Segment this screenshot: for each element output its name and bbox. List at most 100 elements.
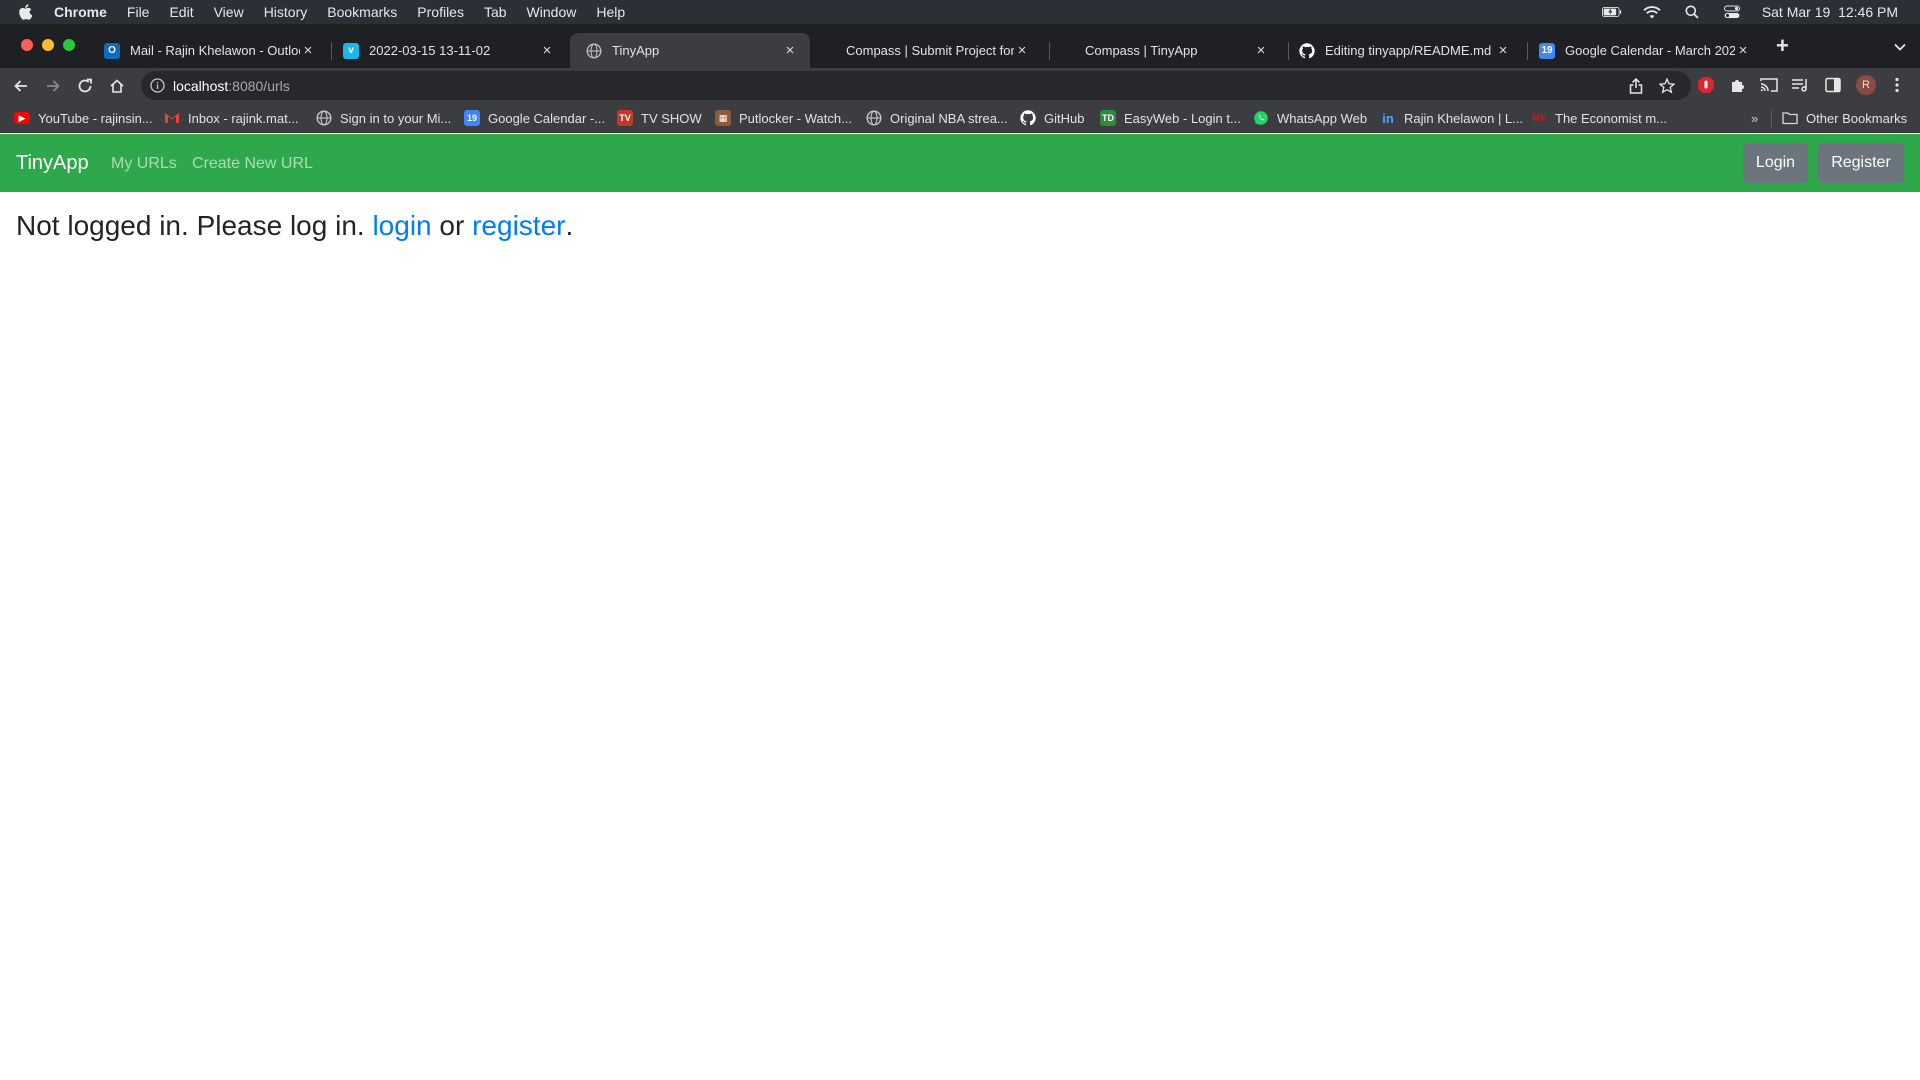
message-suffix: .	[565, 210, 574, 241]
bookmark-label: Sign in to your Mi...	[340, 110, 452, 126]
url-text[interactable]: localhost:8080/urls	[173, 78, 290, 94]
other-bookmarks-folder[interactable]: Other Bookmarks	[1782, 109, 1907, 127]
globe-icon	[866, 110, 882, 126]
bookmark-label: Google Calendar -...	[488, 110, 606, 126]
gmail-icon	[164, 110, 180, 126]
tab-title: Google Calendar - March 2022	[1565, 43, 1735, 58]
bookmark-economist[interactable]: Mk The Economist m...	[1531, 109, 1667, 127]
tab-title: Compass | TinyApp	[1085, 43, 1198, 58]
menu-edit[interactable]: Edit	[169, 4, 193, 20]
site-brand[interactable]: TinyApp	[16, 152, 89, 175]
close-tab-icon[interactable]: ×	[1253, 42, 1269, 59]
battery-icon[interactable]	[1601, 5, 1622, 19]
forward-arrow-icon[interactable]	[43, 76, 63, 96]
tab-title: Editing tinyapp/README.md at	[1325, 43, 1495, 58]
bookmark-label: WhatsApp Web	[1277, 110, 1368, 126]
bookmark-youtube[interactable]: ▶ YouTube - rajinsin...	[14, 109, 153, 127]
close-tab-icon[interactable]: ×	[539, 42, 555, 59]
fullscreen-window-icon[interactable]	[63, 39, 75, 51]
reading-list-icon[interactable]	[1791, 76, 1809, 94]
profile-avatar[interactable]: R	[1856, 75, 1876, 95]
close-tab-icon[interactable]: ×	[1014, 42, 1030, 59]
nav-create-new-url[interactable]: Create New URL	[192, 155, 313, 173]
cast-icon[interactable]	[1760, 76, 1778, 94]
folder-icon	[1782, 110, 1798, 126]
tab-title: Mail - Rajin Khelawon - Outlook	[130, 43, 300, 58]
menu-file[interactable]: File	[127, 4, 150, 20]
menu-history[interactable]: History	[264, 4, 308, 20]
tab-vimeo[interactable]: v 2022-03-15 13-11-02 ×	[327, 33, 567, 68]
kebab-menu-icon[interactable]	[1888, 76, 1906, 94]
bookmark-putlocker[interactable]: ▦ Putlocker - Watch...	[715, 109, 852, 127]
menu-app-name[interactable]: Chrome	[54, 4, 107, 20]
login-link[interactable]: login	[372, 210, 431, 241]
close-tab-icon[interactable]: ×	[782, 42, 798, 59]
home-icon[interactable]	[107, 76, 127, 96]
bookmark-label: EasyWeb - Login t...	[1124, 110, 1241, 126]
new-tab-icon[interactable]: +	[1776, 35, 1789, 57]
bookmark-label: TV SHOW	[641, 110, 702, 126]
outlook-icon: O	[104, 42, 120, 59]
address-bar[interactable]: localhost:8080/urls	[141, 71, 1691, 100]
close-tab-icon[interactable]: ×	[300, 42, 316, 59]
tab-compass-submit[interactable]: Compass | Submit Project for E ×	[830, 33, 1042, 68]
menubar-status-area: Sat Mar 19 12:46 PM	[1601, 0, 1898, 24]
adblock-extension-icon[interactable]	[1697, 76, 1715, 94]
bookmark-gmail[interactable]: Inbox - rajink.mat...	[164, 109, 299, 127]
menu-view[interactable]: View	[214, 4, 244, 20]
td-icon: TD	[1100, 110, 1116, 126]
bookmark-github[interactable]: GitHub	[1020, 109, 1084, 127]
window-controls	[21, 39, 75, 51]
spotlight-search-icon[interactable]	[1682, 5, 1702, 19]
browser-toolbar: localhost:8080/urls R	[0, 68, 1920, 103]
menu-profiles[interactable]: Profiles	[417, 4, 464, 20]
whatsapp-icon	[1253, 110, 1269, 126]
close-tab-icon[interactable]: ×	[1495, 42, 1511, 59]
bookmarks-overflow-chevron-icon[interactable]: »	[1751, 111, 1758, 126]
extensions-puzzle-icon[interactable]	[1729, 76, 1747, 94]
tab-compass-tinyapp[interactable]: Compass | TinyApp ×	[1069, 33, 1281, 68]
calendar-icon: 19	[464, 110, 480, 126]
tab-tinyapp-active[interactable]: TinyApp ×	[570, 33, 810, 68]
apple-icon[interactable]	[18, 3, 34, 21]
bookmark-nba-streams[interactable]: Original NBA strea...	[866, 109, 1008, 127]
bookmark-label: Rajin Khelawon | L...	[1404, 110, 1523, 126]
bookmark-star-icon[interactable]	[1659, 78, 1675, 94]
share-icon[interactable]	[1628, 78, 1644, 94]
control-center-icon[interactable]	[1722, 5, 1742, 19]
login-button[interactable]: Login	[1743, 143, 1808, 183]
tab-google-calendar[interactable]: 19 Google Calendar - March 2022 ×	[1523, 33, 1763, 68]
tab-outlook[interactable]: O Mail - Rajin Khelawon - Outlook ×	[88, 33, 328, 68]
reload-icon[interactable]	[75, 76, 95, 96]
bookmark-linkedin[interactable]: in Rajin Khelawon | L...	[1380, 109, 1523, 127]
nav-my-urls[interactable]: My URLs	[111, 155, 177, 173]
menu-help[interactable]: Help	[596, 4, 625, 20]
bookmark-google-calendar[interactable]: 19 Google Calendar -...	[464, 109, 605, 127]
menu-tab[interactable]: Tab	[484, 4, 507, 20]
minimize-window-icon[interactable]	[42, 39, 54, 51]
tab-search-icon[interactable]	[1894, 38, 1906, 56]
register-button[interactable]: Register	[1818, 143, 1904, 183]
site-info-icon[interactable]	[150, 78, 165, 93]
bookmark-whatsapp[interactable]: WhatsApp Web	[1253, 109, 1367, 127]
tab-title: TinyApp	[612, 43, 660, 58]
tab-title: 2022-03-15 13-11-02	[369, 43, 491, 58]
register-link[interactable]: register	[472, 210, 565, 241]
url-path: :8080/urls	[228, 78, 290, 94]
github-icon	[1020, 110, 1036, 126]
close-window-icon[interactable]	[21, 39, 33, 51]
close-tab-icon[interactable]: ×	[1735, 42, 1751, 59]
bookmark-label: GitHub	[1044, 110, 1085, 126]
menu-window[interactable]: Window	[527, 4, 577, 20]
side-panel-icon[interactable]	[1824, 76, 1842, 94]
tab-github-readme[interactable]: Editing tinyapp/README.md at ×	[1283, 33, 1523, 68]
wifi-icon[interactable]	[1642, 5, 1662, 19]
menubar-datetime[interactable]: Sat Mar 19 12:46 PM	[1762, 4, 1898, 20]
back-arrow-icon[interactable]	[11, 76, 31, 96]
bookmark-microsoft-signin[interactable]: Sign in to your Mi...	[316, 109, 451, 127]
message-middle: or	[431, 210, 473, 241]
bookmark-easyweb[interactable]: TD EasyWeb - Login t...	[1100, 109, 1241, 127]
github-icon	[1299, 42, 1315, 59]
bookmark-tv-show[interactable]: TV TV SHOW	[617, 109, 702, 127]
menu-bookmarks[interactable]: Bookmarks	[327, 4, 397, 20]
